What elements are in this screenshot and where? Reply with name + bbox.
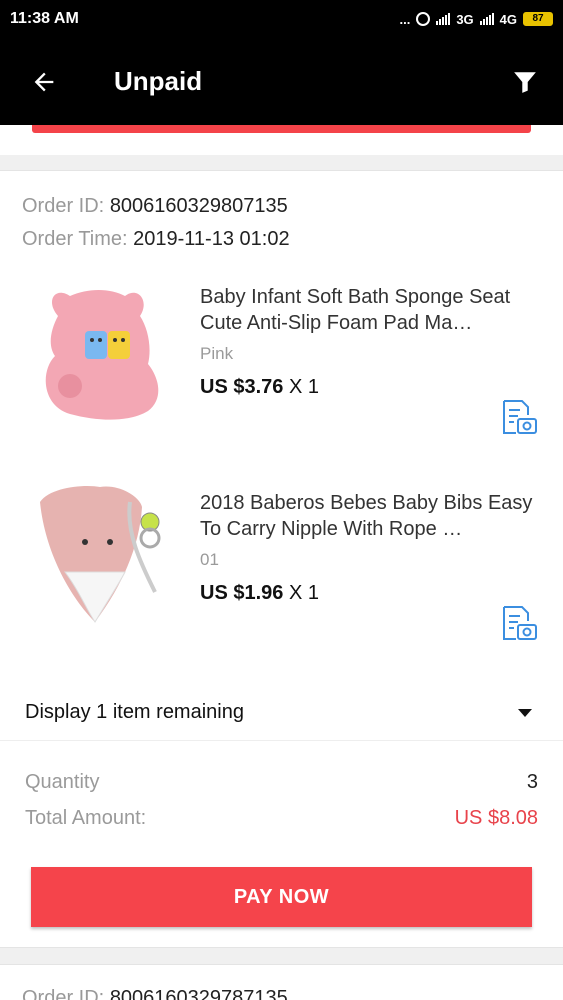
order-id-line: Order ID: 8006160329807135 bbox=[22, 195, 288, 218]
arrow-left-icon bbox=[34, 72, 54, 91]
back-button[interactable] bbox=[0, 38, 90, 125]
total-value: US $8.08 bbox=[454, 807, 538, 829]
product-price: US $1.96 bbox=[200, 582, 284, 604]
product-thumbnail[interactable] bbox=[30, 276, 180, 426]
quantity-label: Quantity bbox=[25, 771, 100, 793]
order-id-line: Order ID: 8006160329787135 bbox=[22, 987, 288, 1000]
order-time-line: Order Time: 2019-11-13 01:02 bbox=[22, 228, 290, 251]
product-title[interactable]: Baby Infant Soft Bath Sponge Seat Cute A… bbox=[200, 284, 540, 336]
quantity-row: Quantity 3 bbox=[25, 771, 538, 794]
status-icons: ... 3G 4G 87 bbox=[399, 12, 553, 27]
pay-now-button[interactable]: PAY NOW bbox=[31, 867, 532, 927]
filter-button[interactable] bbox=[487, 38, 563, 125]
network-label-2: 4G bbox=[499, 11, 517, 27]
battery-icon: 87 bbox=[523, 12, 553, 26]
display-remaining-toggle[interactable]: Display 1 item remaining bbox=[0, 685, 563, 741]
product-title[interactable]: 2018 Baberos Bebes Baby Bibs Easy To Car… bbox=[200, 490, 540, 542]
previous-pay-button[interactable] bbox=[32, 125, 531, 133]
product-quantity: X 1 bbox=[288, 376, 319, 398]
order-time-value: 2019-11-13 01:02 bbox=[133, 228, 290, 250]
product-quantity: X 1 bbox=[288, 582, 319, 604]
status-bar: 11:38 AM ... 3G 4G 87 bbox=[0, 0, 563, 38]
order-card: Order ID: 8006160329807135 Order Time: 2… bbox=[0, 170, 563, 948]
previous-order-card bbox=[0, 125, 563, 155]
app-bar: Unpaid bbox=[0, 38, 563, 125]
order-id-value: 8006160329787135 bbox=[109, 987, 288, 1000]
product-variant: Pink bbox=[200, 344, 234, 363]
order-id-label: Order ID: bbox=[22, 987, 105, 1000]
more-dots: ... bbox=[399, 11, 411, 27]
order-id-value: 8006160329807135 bbox=[109, 195, 288, 217]
product-price-line: US $1.96 X 1 bbox=[200, 582, 319, 605]
product-price: US $3.76 bbox=[200, 376, 284, 398]
review-photo-icon[interactable] bbox=[498, 398, 538, 438]
signal-icon bbox=[479, 13, 494, 25]
page-title: Unpaid bbox=[114, 66, 203, 96]
caret-down-icon bbox=[518, 708, 532, 717]
total-label: Total Amount: bbox=[25, 807, 147, 829]
order-time-label: Order Time: bbox=[22, 228, 128, 250]
product-thumbnail[interactable] bbox=[30, 482, 180, 632]
signal-icon bbox=[436, 13, 451, 25]
filter-icon bbox=[514, 71, 536, 93]
product-price-line: US $3.76 X 1 bbox=[200, 376, 319, 399]
order-id-label: Order ID: bbox=[22, 195, 105, 217]
review-photo-icon[interactable] bbox=[498, 604, 538, 644]
quantity-value: 3 bbox=[526, 771, 538, 793]
status-time: 11:38 AM bbox=[10, 10, 79, 27]
remaining-label: Display 1 item remaining bbox=[25, 701, 244, 723]
network-label-1: 3G bbox=[456, 11, 474, 27]
product-variant: 01 bbox=[200, 550, 219, 569]
next-order-card: Order ID: 8006160329787135 bbox=[0, 964, 563, 1000]
alarm-icon bbox=[416, 12, 431, 26]
total-row: Total Amount: US $8.08 bbox=[25, 807, 538, 830]
